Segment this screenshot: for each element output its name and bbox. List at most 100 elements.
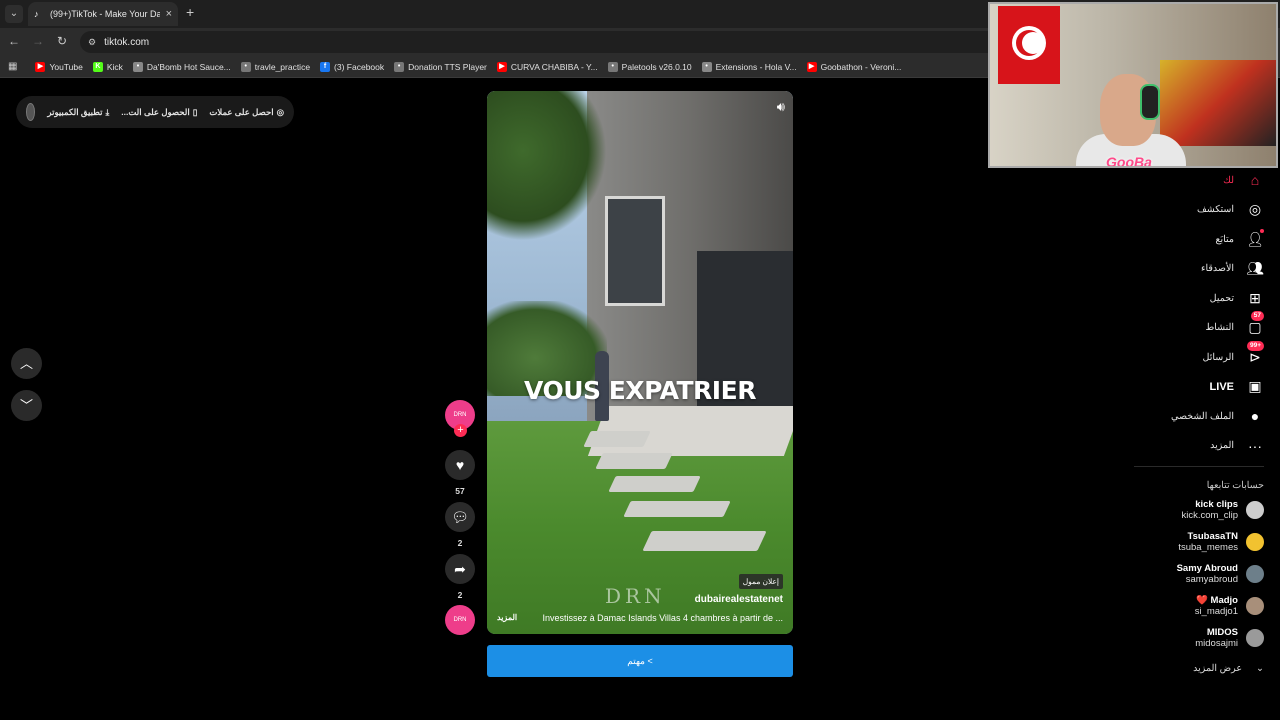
video-player[interactable]: VOUS EXPATRIER 🔊︎ DRN إعلان ممول dubaire… xyxy=(487,91,793,634)
show-more-label: عرض المزيد xyxy=(1193,663,1243,674)
bookmark-item[interactable]: K Kick xyxy=(92,61,123,72)
video-watermark: DRN xyxy=(605,584,666,608)
sidebar-item-upload[interactable]: تحميل ⊞ xyxy=(1084,286,1264,310)
account-names: Samy Abroud samyabroud xyxy=(1177,563,1238,585)
previous-video-button[interactable]: ︿ xyxy=(11,348,42,379)
bookmark-item[interactable]: • Paletools v26.0.10 xyxy=(607,61,692,72)
url-text: tiktok.com xyxy=(104,36,150,48)
account-avatar xyxy=(1246,629,1264,647)
following-account[interactable]: TsubasaTN tsuba_memes xyxy=(1104,531,1264,553)
following-account[interactable]: Samy Abroud samyabroud xyxy=(1104,563,1264,585)
bookmark-item[interactable]: • Extensions - Hola V... xyxy=(701,61,797,72)
apps-grid-icon[interactable]: ▦ xyxy=(8,61,17,72)
sidebar-item-messages[interactable]: الرسائل ⊳ 99+ xyxy=(1084,340,1264,369)
account-avatar xyxy=(1246,565,1264,583)
facebook-icon: f xyxy=(320,61,331,72)
bookmark-label: Extensions - Hola V... xyxy=(715,61,797,72)
caption-more-link[interactable]: المزيد xyxy=(497,613,517,623)
sidebar-item-label: المزيد xyxy=(1210,440,1234,451)
bookmark-item[interactable]: • Donation TTS Player xyxy=(394,61,487,72)
messages-icon: ⊳ 99+ xyxy=(1246,340,1264,366)
video-scene-paver xyxy=(623,501,731,517)
following-account[interactable]: kick clips kick.com_clip xyxy=(1104,499,1264,521)
account-names: ❤️ Madjo si_madjo1 xyxy=(1195,595,1238,617)
sponsored-label: إعلان ممول xyxy=(738,574,783,589)
top-actions-pill: ◎ احصل على عملات ▯ الحصول على الت... ⤓ ت… xyxy=(16,96,294,128)
user-avatar[interactable] xyxy=(26,103,36,121)
sidebar-item-compass[interactable]: استكشف ◎ xyxy=(1084,198,1264,222)
account-names: MIDOS midosajmi xyxy=(1195,627,1238,649)
bookmark-item[interactable]: ▶ YouTube xyxy=(35,61,83,72)
account-handle: tsuba_memes xyxy=(1178,542,1238,553)
account-name: Samy Abroud xyxy=(1176,563,1238,574)
bookmark-item[interactable]: ▶ CURVA CHABIBA - Y... xyxy=(496,61,598,72)
forward-icon[interactable]: → xyxy=(30,34,46,48)
video-caption-row: المزيد Investissez à Damac Islands Villa… xyxy=(497,613,783,623)
site-info-icon[interactable]: ⚙ xyxy=(88,37,96,48)
bookmark-label: (3) Facebook xyxy=(334,61,385,72)
video-scene-paver xyxy=(608,476,701,492)
bookmark-item[interactable]: • travle_practice xyxy=(240,61,311,72)
account-avatar xyxy=(1246,501,1264,519)
music-disc-icon[interactable]: DRN xyxy=(445,605,475,635)
download-icon: ⤓ xyxy=(105,106,110,117)
close-tab-icon[interactable]: × xyxy=(166,8,172,20)
browser-tab[interactable]: ♪ (99+)TikTok - Make Your Day × xyxy=(28,2,178,26)
friends-icon: 👥︎ xyxy=(1246,260,1264,276)
sidebar-item-more[interactable]: المزيد ··· xyxy=(1084,434,1264,458)
youtube-icon: ▶ xyxy=(35,61,46,72)
bookmark-item[interactable]: f (3) Facebook xyxy=(320,61,385,72)
tab-search-icon[interactable]: ⌄ xyxy=(5,5,23,23)
back-icon[interactable]: ← xyxy=(6,34,22,48)
sidebar-item-live[interactable]: LIVE ▣ xyxy=(1084,375,1264,399)
follow-plus-icon[interactable]: + xyxy=(454,424,467,437)
home-icon: ⌂ xyxy=(1250,172,1260,188)
next-video-button[interactable]: ﹀ xyxy=(11,390,42,421)
get-app-link[interactable]: ▯ الحصول على الت... xyxy=(121,107,197,118)
globe-icon: • xyxy=(394,61,405,72)
following-account[interactable]: MIDOS midosajmi xyxy=(1104,627,1264,649)
compass-icon: ◎ xyxy=(1248,201,1262,217)
sidebar-divider xyxy=(1134,466,1264,467)
video-overlay-text: VOUS EXPATRIER xyxy=(524,376,756,405)
bookmark-label: Donation TTS Player xyxy=(408,61,487,72)
sidebar-item-user-follow[interactable]: متابَع 👤︎ xyxy=(1084,227,1264,251)
sidebar-item-home[interactable]: لك ⌂ xyxy=(1084,168,1264,192)
sidebar-item-label: تحميل xyxy=(1209,292,1234,304)
like-heart-icon[interactable]: ♥ xyxy=(445,450,475,480)
account-name: ❤️ Madjo xyxy=(1196,595,1238,606)
account-handle: samyabroud xyxy=(1185,574,1238,585)
kick-icon: K xyxy=(92,61,103,72)
get-coins-link[interactable]: ◎ احصل على عملات xyxy=(209,107,284,118)
following-account[interactable]: ❤️ Madjo si_madjo1 xyxy=(1104,595,1264,617)
show-more-button[interactable]: عرض المزيد ⌄ xyxy=(1193,663,1264,674)
bookmark-item[interactable]: ▶ Goobathon - Veroni... xyxy=(806,61,901,72)
volume-icon[interactable]: 🔊︎ xyxy=(777,99,785,115)
share-count: 2 xyxy=(457,590,463,600)
comment-icon[interactable]: 💬︎ xyxy=(445,502,475,532)
reload-icon[interactable]: ↻ xyxy=(54,34,70,48)
get-app-label: الحصول على الت... xyxy=(121,106,190,117)
bookmark-label: Da'Bomb Hot Sauce... xyxy=(146,61,231,72)
youtube-icon: ▶ xyxy=(806,61,817,72)
profile-icon: ● xyxy=(1250,408,1260,424)
new-tab-icon[interactable]: + xyxy=(186,4,194,20)
bookmark-item[interactable]: • Da'Bomb Hot Sauce... xyxy=(132,61,231,72)
more-icon: ··· xyxy=(1248,437,1262,454)
account-handle: kick.com_clip xyxy=(1181,510,1239,521)
sidebar-item-profile[interactable]: الملف الشخصي ● xyxy=(1084,404,1264,428)
activity-icon: ▢ 57 xyxy=(1246,311,1264,336)
bookmark-label: travle_practice xyxy=(254,61,311,72)
sidebar-item-friends[interactable]: الأصدقاء 👥︎ xyxy=(1084,257,1264,281)
desktop-app-link[interactable]: ⤓ تطبيق الكمبيوتر xyxy=(47,107,109,118)
video-author[interactable]: dubairealestatenet xyxy=(695,594,783,605)
interested-button[interactable]: مهتم < xyxy=(487,645,793,677)
share-icon[interactable]: ➦ xyxy=(445,554,475,584)
globe-icon: • xyxy=(240,61,251,72)
account-name: TsubasaTN xyxy=(1187,531,1238,542)
sidebar-item-activity[interactable]: النشاط ▢ 57 xyxy=(1084,311,1264,340)
sidebar-item-label: الرسائل xyxy=(1202,351,1234,363)
bookmark-label: CURVA CHABIBA - Y... xyxy=(510,61,598,72)
sidebar-item-label: النشاط xyxy=(1205,322,1234,333)
account-name: kick clips xyxy=(1195,499,1238,510)
